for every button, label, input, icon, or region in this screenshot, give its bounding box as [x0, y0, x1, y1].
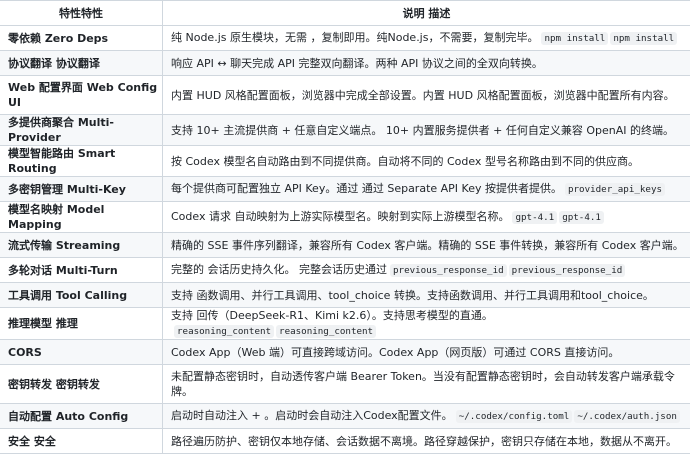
table-row: 密钥转发 密钥转发 未配置静态密钥时，自动透传客户端 Bearer Token。… — [0, 365, 690, 404]
description-text: 按 Codex 模型名自动路由到不同提供商。自动将不同的 Codex 型号名称路… — [171, 155, 639, 168]
feature-cell: 自动配置 Auto Config — [0, 404, 163, 429]
inline-code: ~/.codex/config.toml — [456, 410, 573, 423]
description-text: 完整的 会话历史持久化。 完整会话历史通过 — [171, 263, 387, 276]
table-row: 自动配置 Auto Config 启动时自动注入 + 。启动时会自动注入Code… — [0, 404, 690, 429]
description-text: Codex App（Web 端）可直接跨域访问。Codex App（网页版）可通… — [171, 346, 619, 359]
description-cell: 按 Codex 模型名自动路由到不同提供商。自动将不同的 Codex 型号名称路… — [163, 146, 690, 177]
description-cell: 每个提供商可配置独立 API Key。通过 通过 Separate API Ke… — [163, 177, 690, 202]
description-text: 内置 HUD 风格配置面板，浏览器中完成全部设置。内置 HUD 风格配置面板，浏… — [171, 89, 675, 102]
table-row: 模型智能路由 Smart Routing 按 Codex 模型名自动路由到不同提… — [0, 146, 690, 177]
description-text: 启动时自动注入 + 。启动时会自动注入Codex配置文件。 — [171, 409, 453, 422]
description-text: 未配置静态密钥时，自动透传客户端 Bearer Token。当没有配置静态密钥时… — [171, 370, 675, 398]
inline-code: previous_response_id — [509, 264, 626, 277]
description-cell: 支持 10+ 主流提供商 + 任意自定义端点。 10+ 内置服务提供者 + 任何… — [163, 115, 690, 146]
description-cell: 精确的 SSE 事件序列翻译，兼容所有 Codex 客户端。精确的 SSE 事件… — [163, 233, 690, 258]
feature-cell: 模型智能路由 Smart Routing — [0, 146, 163, 177]
feature-column-header: 特性特性 — [0, 1, 163, 26]
feature-cell: 流式传输 Streaming — [0, 233, 163, 258]
table-row: Web 配置界面 Web Config UI 内置 HUD 风格配置面板，浏览器… — [0, 76, 690, 115]
description-text: 支持 函数调用、并行工具调用、tool_choice 转换。支持函数调用、并行工… — [171, 289, 654, 302]
table-row: CORS Codex App（Web 端）可直接跨域访问。Codex App（网… — [0, 340, 690, 365]
description-cell: 启动时自动注入 + 。启动时会自动注入Codex配置文件。~/.codex/co… — [163, 404, 690, 429]
inline-code: previous_response_id — [390, 264, 507, 277]
description-cell: 支持 函数调用、并行工具调用、tool_choice 转换。支持函数调用、并行工… — [163, 283, 690, 308]
inline-code: npm install — [541, 32, 608, 45]
description-text: 路径遍历防护、密钥仅本地存储、会话数据不离境。路径穿越保护，密钥只存储在本地，数… — [171, 435, 677, 448]
description-text: 支持 回传（DeepSeek-R1、Kimi k2.6）。支持思考模型的直通。 — [171, 309, 493, 322]
feature-cell: Web 配置界面 Web Config UI — [0, 76, 163, 115]
feature-cell: CORS — [0, 340, 163, 365]
inline-code: ~/.codex/auth.json — [574, 410, 680, 423]
inline-code: reasoning_content — [174, 325, 274, 338]
feature-cell: 多密钥管理 Multi-Key — [0, 177, 163, 202]
table-row: 零依赖 Zero Deps 纯 Node.js 原生模块，无需 ，复制即用。纯N… — [0, 26, 690, 51]
table-row: 流式传输 Streaming 精确的 SSE 事件序列翻译，兼容所有 Codex… — [0, 233, 690, 258]
description-text: 支持 10+ 主流提供商 + 任意自定义端点。 10+ 内置服务提供者 + 任何… — [171, 124, 674, 137]
description-cell: Codex App（Web 端）可直接跨域访问。Codex App（网页版）可通… — [163, 340, 690, 365]
description-cell: 路径遍历防护、密钥仅本地存储、会话数据不离境。路径穿越保护，密钥只存储在本地，数… — [163, 429, 690, 454]
feature-cell: 安全 安全 — [0, 429, 163, 454]
feature-cell: 模型名映射 Model Mapping — [0, 202, 163, 233]
inline-code: provider_api_keys — [565, 183, 665, 196]
description-cell: 支持 回传（DeepSeek-R1、Kimi k2.6）。支持思考模型的直通。 r… — [163, 308, 690, 340]
description-column-header: 说明 描述 — [163, 1, 690, 26]
description-text: 纯 Node.js 原生模块，无需 ，复制即用。纯Node.js，不需要，复制完… — [171, 31, 538, 44]
features-table: 特性特性 说明 描述 零依赖 Zero Deps 纯 Node.js 原生模块，… — [0, 0, 690, 454]
table-header-row: 特性特性 说明 描述 — [0, 1, 690, 26]
feature-cell: 工具调用 Tool Calling — [0, 283, 163, 308]
table-row: 模型名映射 Model Mapping Codex 请求 自动映射为上游实际模型… — [0, 202, 690, 233]
table-row: 多轮对话 Multi-Turn 完整的 会话历史持久化。 完整会话历史通过pre… — [0, 258, 690, 283]
table-row: 安全 安全 路径遍历防护、密钥仅本地存储、会话数据不离境。路径穿越保护，密钥只存… — [0, 429, 690, 454]
description-text: 精确的 SSE 事件序列翻译，兼容所有 Codex 客户端。精确的 SSE 事件… — [171, 239, 684, 252]
description-text: 响应 API ↔ 聊天完成 API 完整双向翻译。两种 API 协议之间的全双向… — [171, 57, 543, 70]
feature-cell: 推理模型 推理 — [0, 308, 163, 340]
description-text: 每个提供商可配置独立 API Key。通过 通过 Separate API Ke… — [171, 182, 562, 195]
description-cell: Codex 请求 自动映射为上游实际模型名。映射到实际上游模型名称。gpt-4.… — [163, 202, 690, 233]
feature-cell: 零依赖 Zero Deps — [0, 26, 163, 51]
feature-cell: 密钥转发 密钥转发 — [0, 365, 163, 404]
feature-cell: 多提供商聚合 Multi-Provider — [0, 115, 163, 146]
feature-cell: 多轮对话 Multi-Turn — [0, 258, 163, 283]
table-row: 多密钥管理 Multi-Key 每个提供商可配置独立 API Key。通过 通过… — [0, 177, 690, 202]
description-text: Codex 请求 自动映射为上游实际模型名。映射到实际上游模型名称。 — [171, 210, 509, 223]
table-row: 推理模型 推理 支持 回传（DeepSeek-R1、Kimi k2.6）。支持思… — [0, 308, 690, 340]
inline-code: reasoning_content — [276, 325, 376, 338]
description-cell: 响应 API ↔ 聊天完成 API 完整双向翻译。两种 API 协议之间的全双向… — [163, 51, 690, 76]
description-cell: 内置 HUD 风格配置面板，浏览器中完成全部设置。内置 HUD 风格配置面板，浏… — [163, 76, 690, 115]
description-cell: 纯 Node.js 原生模块，无需 ，复制即用。纯Node.js，不需要，复制完… — [163, 26, 690, 51]
feature-cell: 协议翻译 协议翻译 — [0, 51, 163, 76]
inline-code: gpt-4.1 — [512, 211, 557, 224]
description-cell: 完整的 会话历史持久化。 完整会话历史通过previous_response_i… — [163, 258, 690, 283]
description-cell: 未配置静态密钥时，自动透传客户端 Bearer Token。当没有配置静态密钥时… — [163, 365, 690, 404]
inline-code: npm install — [610, 32, 677, 45]
table-row: 工具调用 Tool Calling 支持 函数调用、并行工具调用、tool_ch… — [0, 283, 690, 308]
table-row: 协议翻译 协议翻译 响应 API ↔ 聊天完成 API 完整双向翻译。两种 AP… — [0, 51, 690, 76]
inline-code: gpt-4.1 — [559, 211, 604, 224]
table-row: 多提供商聚合 Multi-Provider 支持 10+ 主流提供商 + 任意自… — [0, 115, 690, 146]
